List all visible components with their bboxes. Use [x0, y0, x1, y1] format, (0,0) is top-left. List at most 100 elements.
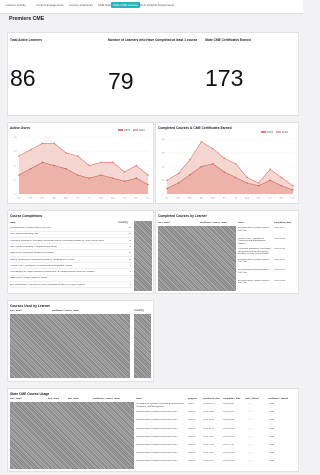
data-point[interactable] — [246, 182, 248, 184]
data-point[interactable] — [147, 174, 149, 176]
x-tick-label: Sep — [111, 198, 116, 200]
tab-content-engagement[interactable]: Content Engagement — [36, 3, 63, 7]
course-name-cell: Chronic Pain - Therapeutic Treatment and… — [238, 237, 266, 245]
col-header-last-name[interactable]: last_name — [68, 398, 79, 400]
data-point[interactable] — [234, 162, 237, 165]
data-point[interactable] — [135, 164, 138, 167]
data-point[interactable] — [112, 177, 114, 179]
data-point[interactable] — [257, 184, 260, 187]
tab-admin-insights[interactable]: Admin Insights Assignments — [138, 3, 174, 7]
data-point[interactable] — [223, 157, 226, 160]
col-header-count[interactable]: COUNT(*) — [134, 310, 144, 312]
data-point[interactable] — [177, 182, 180, 184]
data-point[interactable] — [234, 176, 237, 179]
col-header-user-email[interactable]: user_email — [10, 398, 21, 400]
col-header-completion-date[interactable]: completion_date — [223, 398, 240, 400]
count-cell: 5 — [129, 283, 131, 286]
data-point[interactable] — [246, 176, 248, 179]
course-name-cell: A Professional's Guide to End of Life Ca… — [10, 227, 51, 229]
tab-cme-stats[interactable]: CME Stats — [98, 3, 112, 7]
data-point[interactable] — [212, 147, 214, 150]
x-tick-label: Nov — [280, 198, 285, 200]
col-header-units-offered[interactable]: units_offered — [245, 398, 259, 400]
col-header-user-email[interactable]: user_email — [10, 310, 21, 312]
data-point[interactable] — [65, 167, 67, 170]
col-header-certificates-course-name[interactable]: certificates_course_name — [93, 398, 120, 400]
data-point[interactable] — [123, 171, 126, 173]
data-point[interactable] — [29, 167, 32, 170]
data-point[interactable] — [76, 174, 79, 176]
data-point[interactable] — [88, 164, 91, 167]
count-cell: 8 — [129, 271, 131, 274]
data-point[interactable] — [223, 171, 226, 173]
data-point[interactable] — [29, 148, 32, 151]
data-point[interactable] — [112, 161, 114, 164]
col-header-enrollment-date[interactable]: enrollment_date — [203, 398, 220, 400]
table-row[interactable] — [10, 249, 132, 251]
units-offered-cell: 3 — [249, 444, 251, 446]
data-point[interactable] — [200, 165, 203, 168]
active-users-title: Active Users — [10, 126, 30, 130]
data-point[interactable] — [292, 189, 294, 191]
data-point[interactable] — [147, 183, 149, 186]
x-tick-label: Sep — [257, 198, 262, 200]
y-tick-label: 10 — [162, 180, 165, 182]
data-point[interactable] — [189, 158, 191, 161]
tab-learner-outcomes[interactable]: Learner Outcomes — [69, 3, 93, 7]
data-point[interactable] — [280, 184, 283, 187]
data-point[interactable] — [18, 174, 20, 176]
data-point[interactable] — [53, 142, 55, 145]
state-cme-usage-title: State CME Course Usage — [10, 392, 50, 396]
col-header-name[interactable]: name — [136, 398, 142, 400]
tab-learner-activity[interactable]: Learner Activity — [6, 3, 26, 7]
data-point[interactable] — [135, 177, 138, 179]
data-point[interactable] — [189, 173, 191, 176]
data-point[interactable] — [123, 180, 126, 183]
table-row[interactable] — [10, 287, 132, 289]
data-point[interactable] — [166, 179, 168, 182]
data-point[interactable] — [280, 176, 283, 179]
col-header-certificates-earned[interactable]: certificates_earned — [268, 398, 288, 400]
table-row[interactable] — [10, 230, 132, 232]
x-tick-label: Jan — [165, 198, 169, 200]
col-header-first-name[interactable]: first_name — [48, 398, 59, 400]
data-point[interactable] — [269, 179, 271, 182]
data-point[interactable] — [212, 162, 214, 165]
data-point[interactable] — [41, 161, 44, 164]
data-point[interactable] — [166, 187, 168, 190]
table-row[interactable] — [10, 274, 132, 276]
col-header-count[interactable]: COUNT(*) — [118, 222, 128, 224]
col-header-completion-date[interactable]: completion_date — [274, 222, 291, 224]
data-point[interactable] — [41, 142, 44, 145]
data-point[interactable] — [65, 152, 67, 154]
table-row[interactable] — [10, 280, 132, 282]
table-row[interactable] — [10, 262, 132, 263]
col-header-user-email[interactable]: user_email — [158, 222, 169, 224]
col-header-certificates-course-name[interactable]: certificates_course_name — [200, 222, 227, 224]
completed-by-learner-title: Completed Courses by Learner — [158, 214, 207, 218]
data-point[interactable] — [100, 161, 102, 164]
col-header-certificates-course-name[interactable]: certificates_course_name — [52, 310, 79, 312]
data-point[interactable] — [100, 174, 102, 176]
table-row[interactable] — [10, 243, 132, 245]
data-point[interactable] — [269, 168, 271, 171]
table-row[interactable] — [10, 268, 132, 270]
data-point[interactable] — [257, 182, 260, 184]
data-point[interactable] — [53, 164, 55, 167]
x-tick-label: Mar — [188, 197, 192, 200]
state-cme-usage-card: State CME Course Usage user_email first_… — [7, 388, 299, 472]
data-point[interactable] — [177, 172, 180, 175]
data-point[interactable] — [18, 155, 20, 157]
table-row[interactable] — [10, 236, 132, 238]
data-point[interactable] — [292, 184, 294, 187]
col-header-name[interactable]: name — [10, 222, 16, 224]
data-point[interactable] — [88, 177, 91, 179]
completion-date-cell: 2024-01-09 — [223, 460, 235, 463]
col-header-name[interactable]: name — [238, 222, 244, 224]
course-name-cell: A Professional's Guide to End of Life Ca… — [136, 427, 177, 430]
data-point[interactable] — [200, 140, 203, 143]
col-header-progress[interactable]: progress — [188, 398, 197, 400]
tab-stats-cme-courses[interactable]: Stats CME Courses — [111, 2, 141, 8]
data-point[interactable] — [76, 155, 79, 157]
table-row[interactable] — [10, 255, 132, 257]
